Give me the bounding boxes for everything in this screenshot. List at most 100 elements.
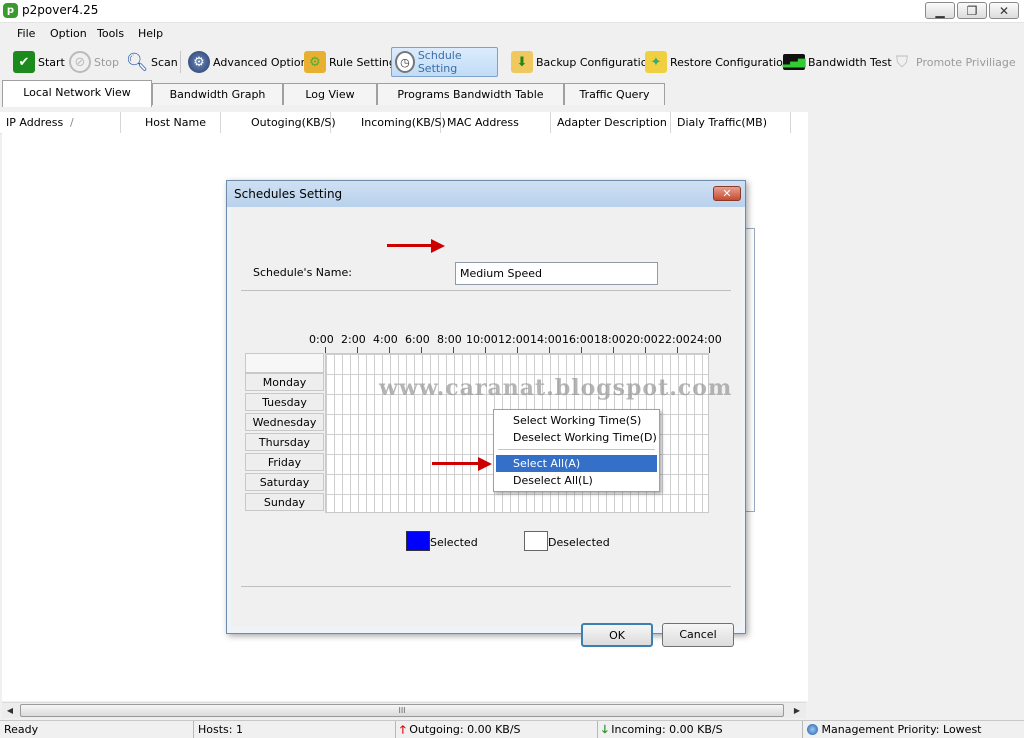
column-adapter-description[interactable]: Adapter Description bbox=[551, 112, 671, 133]
day-label-thursday[interactable]: Thursday bbox=[245, 433, 324, 451]
stop-button[interactable]: ⊘ Stop bbox=[66, 47, 122, 77]
schedule-setting-button[interactable]: ◷ Schdule Setting bbox=[391, 47, 498, 77]
scroll-right-icon[interactable]: ▶ bbox=[790, 704, 804, 717]
priority-globe-icon bbox=[807, 724, 818, 735]
horizontal-scrollbar[interactable]: ◀ III ▶ bbox=[2, 702, 806, 718]
annotation-arrow-shaft bbox=[387, 244, 433, 247]
scan-label: Scan bbox=[151, 55, 178, 69]
shield-icon: ⛉ bbox=[895, 52, 908, 71]
menu-select-working-time[interactable]: Select Working Time(S) bbox=[496, 412, 657, 429]
menu-select-all[interactable]: Select All(A) bbox=[496, 455, 657, 472]
hour-label: 16:00 bbox=[562, 333, 594, 346]
tab-traffic-query[interactable]: Traffic Query bbox=[564, 83, 665, 105]
menu-tools[interactable]: Tools bbox=[97, 27, 124, 40]
dialog-title-bar: Schedules Setting ✕ bbox=[227, 181, 745, 207]
sort-indicator-icon: / bbox=[70, 116, 74, 129]
column-ip-address-label: IP Address bbox=[6, 116, 64, 129]
toolbar-separator bbox=[180, 51, 181, 73]
ok-button[interactable]: OK bbox=[581, 623, 653, 647]
annotation-arrow-head-icon bbox=[431, 239, 445, 253]
scroll-left-icon[interactable]: ◀ bbox=[3, 704, 17, 717]
close-window-button[interactable]: ✕ bbox=[989, 2, 1019, 19]
up-arrow-icon: 🡑 bbox=[400, 723, 406, 736]
restore-configuration-button[interactable]: ✦ Restore Configuration bbox=[642, 47, 793, 77]
status-incoming-label: Incoming: 0.00 KB/S bbox=[611, 723, 723, 736]
day-label-tuesday[interactable]: Tuesday bbox=[245, 393, 324, 411]
restore-label: Restore Configuration bbox=[670, 55, 790, 69]
grid-corner[interactable] bbox=[245, 353, 324, 373]
clock-icon: ◷ bbox=[395, 51, 415, 73]
column-incoming[interactable]: Incoming(KB/S) bbox=[331, 112, 446, 133]
tab-log-view[interactable]: Log View bbox=[283, 83, 377, 105]
status-hosts: Hosts: 1 bbox=[193, 721, 395, 738]
hour-label: 0:00 bbox=[309, 333, 334, 346]
status-priority-label: Management Priority: Lowest bbox=[821, 723, 982, 736]
hour-label: 8:00 bbox=[437, 333, 462, 346]
hour-tick bbox=[709, 347, 710, 353]
column-mac-address[interactable]: MAC Address bbox=[441, 112, 551, 133]
scrollbar-thumb[interactable]: III bbox=[20, 704, 784, 717]
bandwidth-test-label: Bandwidth Test bbox=[808, 55, 892, 69]
schedule-label: Schdule Setting bbox=[417, 49, 462, 75]
minimize-button[interactable]: ▁ bbox=[925, 2, 955, 19]
column-outgoing[interactable]: Outoging(KB/S) bbox=[221, 112, 336, 133]
start-button[interactable]: ✔ Start bbox=[10, 47, 68, 77]
selected-legend-label: Selected bbox=[430, 536, 478, 549]
tab-programs-bandwidth-table[interactable]: Programs Bandwidth Table bbox=[377, 83, 564, 105]
column-ip-address[interactable]: IP Address / bbox=[0, 112, 121, 133]
menu-help[interactable]: Help bbox=[138, 27, 163, 40]
menu-option[interactable]: Option bbox=[50, 27, 87, 40]
advanced-option-button[interactable]: ⚙ Advanced Option bbox=[185, 47, 311, 77]
advanced-label: Advanced Option bbox=[213, 55, 308, 69]
promote-privilege-button[interactable]: ⛉ Promote Priviliage bbox=[888, 47, 1019, 77]
hour-label: 14:00 bbox=[530, 333, 562, 346]
dialog-title: Schedules Setting bbox=[234, 187, 343, 201]
hour-label: 22:00 bbox=[658, 333, 690, 346]
day-label-saturday[interactable]: Saturday bbox=[245, 473, 324, 491]
day-label-sunday[interactable]: Sunday bbox=[245, 493, 324, 511]
hour-label: 18:00 bbox=[594, 333, 626, 346]
menu-file[interactable]: File bbox=[17, 27, 35, 40]
menu-deselect-all[interactable]: Deselect All(L) bbox=[496, 472, 657, 489]
down-arrow-icon: 🡓 bbox=[602, 723, 608, 736]
rule-gear-icon: ⚙ bbox=[304, 51, 326, 73]
menu-deselect-working-time[interactable]: Deselect Working Time(D) bbox=[496, 429, 657, 446]
signal-bars-icon: ▂▄▆ bbox=[782, 54, 806, 70]
column-daily-traffic[interactable]: Dialy Traffic(MB) bbox=[671, 112, 791, 133]
status-bar: Ready Hosts: 1 🡑 Outgoing: 0.00 KB/S 🡓 I… bbox=[0, 720, 1024, 738]
backup-download-icon: ⬇ bbox=[511, 51, 533, 73]
status-outgoing-label: Outgoing: 0.00 KB/S bbox=[409, 723, 521, 736]
selected-color-swatch bbox=[406, 531, 430, 551]
hour-label: 20:00 bbox=[626, 333, 658, 346]
day-label-wednesday[interactable]: Wednesday bbox=[245, 413, 324, 431]
magnifier-icon: 🔍︎ bbox=[125, 51, 149, 73]
tab-local-network-view[interactable]: Local Network View bbox=[2, 80, 152, 107]
stop-icon: ⊘ bbox=[69, 51, 91, 73]
annotation-arrow-shaft bbox=[432, 462, 480, 465]
cancel-button[interactable]: Cancel bbox=[662, 623, 734, 647]
right-panel bbox=[808, 106, 1024, 718]
hour-label: 24:00 bbox=[690, 333, 722, 346]
deselected-color-swatch bbox=[524, 531, 548, 551]
rule-setting-button[interactable]: ⚙ Rule Setting bbox=[301, 47, 399, 77]
dialog-body: Schedule's Name: 0:00 2:00 4:00 6:00 8:0… bbox=[231, 207, 741, 647]
backup-label: Backup Configuration bbox=[536, 55, 655, 69]
deselected-legend-label: Deselected bbox=[548, 536, 610, 549]
restore-button[interactable]: ❐ bbox=[957, 2, 987, 19]
backup-configuration-button[interactable]: ⬇ Backup Configuration bbox=[508, 47, 657, 77]
watermark-text: www.caranat.blogspot.com bbox=[379, 375, 733, 401]
tab-bandwidth-graph[interactable]: Bandwidth Graph bbox=[152, 83, 283, 105]
scan-button[interactable]: 🔍︎ Scan bbox=[123, 47, 181, 77]
bandwidth-test-button[interactable]: ▂▄▆ Bandwidth Test bbox=[780, 47, 895, 77]
window-title: p2pover4.25 bbox=[22, 3, 99, 17]
day-label-friday[interactable]: Friday bbox=[245, 453, 324, 471]
hour-label: 2:00 bbox=[341, 333, 366, 346]
status-priority: Management Priority: Lowest bbox=[802, 721, 1002, 738]
hour-label: 4:00 bbox=[373, 333, 398, 346]
schedule-name-input[interactable] bbox=[455, 262, 658, 285]
stop-label: Stop bbox=[94, 55, 120, 69]
status-incoming: 🡓 Incoming: 0.00 KB/S bbox=[597, 721, 802, 738]
column-host-name[interactable]: Host Name bbox=[121, 112, 221, 133]
day-label-monday[interactable]: Monday bbox=[245, 373, 324, 391]
dialog-close-button[interactable]: ✕ bbox=[713, 186, 741, 201]
